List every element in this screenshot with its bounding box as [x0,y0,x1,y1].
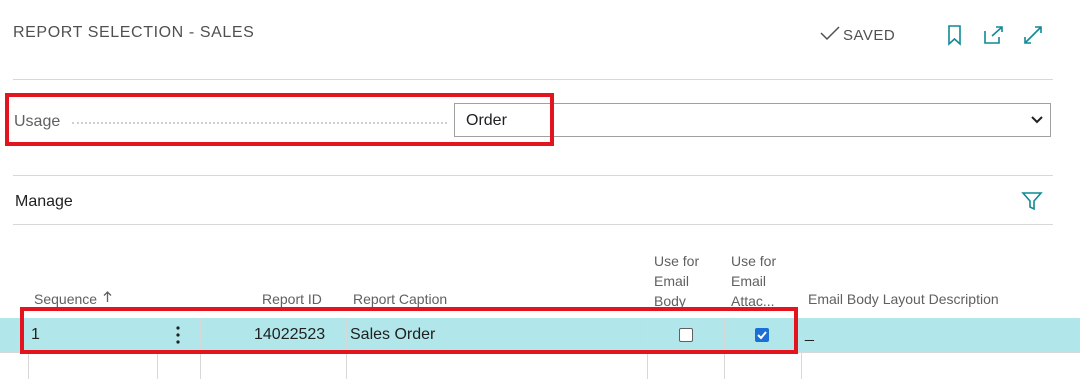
expand-icon[interactable] [1022,24,1044,46]
cell-email-body-layout[interactable]: _ [805,325,814,343]
chevron-down-icon[interactable] [1030,113,1044,127]
divider [13,224,1053,225]
column-divider [28,352,29,379]
highlight-box-row [20,307,798,354]
filter-icon[interactable] [1021,190,1043,212]
open-in-new-window-icon[interactable] [982,24,1004,46]
column-header-line: Email [654,273,690,289]
column-header-report-id[interactable]: Report ID [262,291,322,307]
column-divider [801,318,802,379]
check-icon [820,25,840,45]
sort-ascending-icon [103,290,112,306]
column-header-use-email-attachment[interactable]: Use for Email Attac... [731,253,776,309]
column-header-report-caption[interactable]: Report Caption [353,291,447,307]
manage-tab[interactable]: Manage [15,193,73,211]
column-header-use-email-body[interactable]: Use for Email Body [654,253,699,309]
divider [13,175,1053,176]
column-header-sequence[interactable]: Sequence [34,291,112,307]
column-header-line: Use for [654,253,700,269]
saved-status: SAVED [820,25,895,45]
saved-label: SAVED [843,26,896,44]
column-header-line: Use for [731,253,777,269]
column-header-email-body-layout[interactable]: Email Body Layout Description [808,291,999,307]
column-header-sequence-label: Sequence [34,291,98,307]
column-header-line: Email [731,273,767,289]
page-title: REPORT SELECTION - SALES [13,24,255,41]
bookmark-icon[interactable] [944,24,966,46]
divider [13,79,1053,80]
highlight-box-usage [5,93,554,146]
